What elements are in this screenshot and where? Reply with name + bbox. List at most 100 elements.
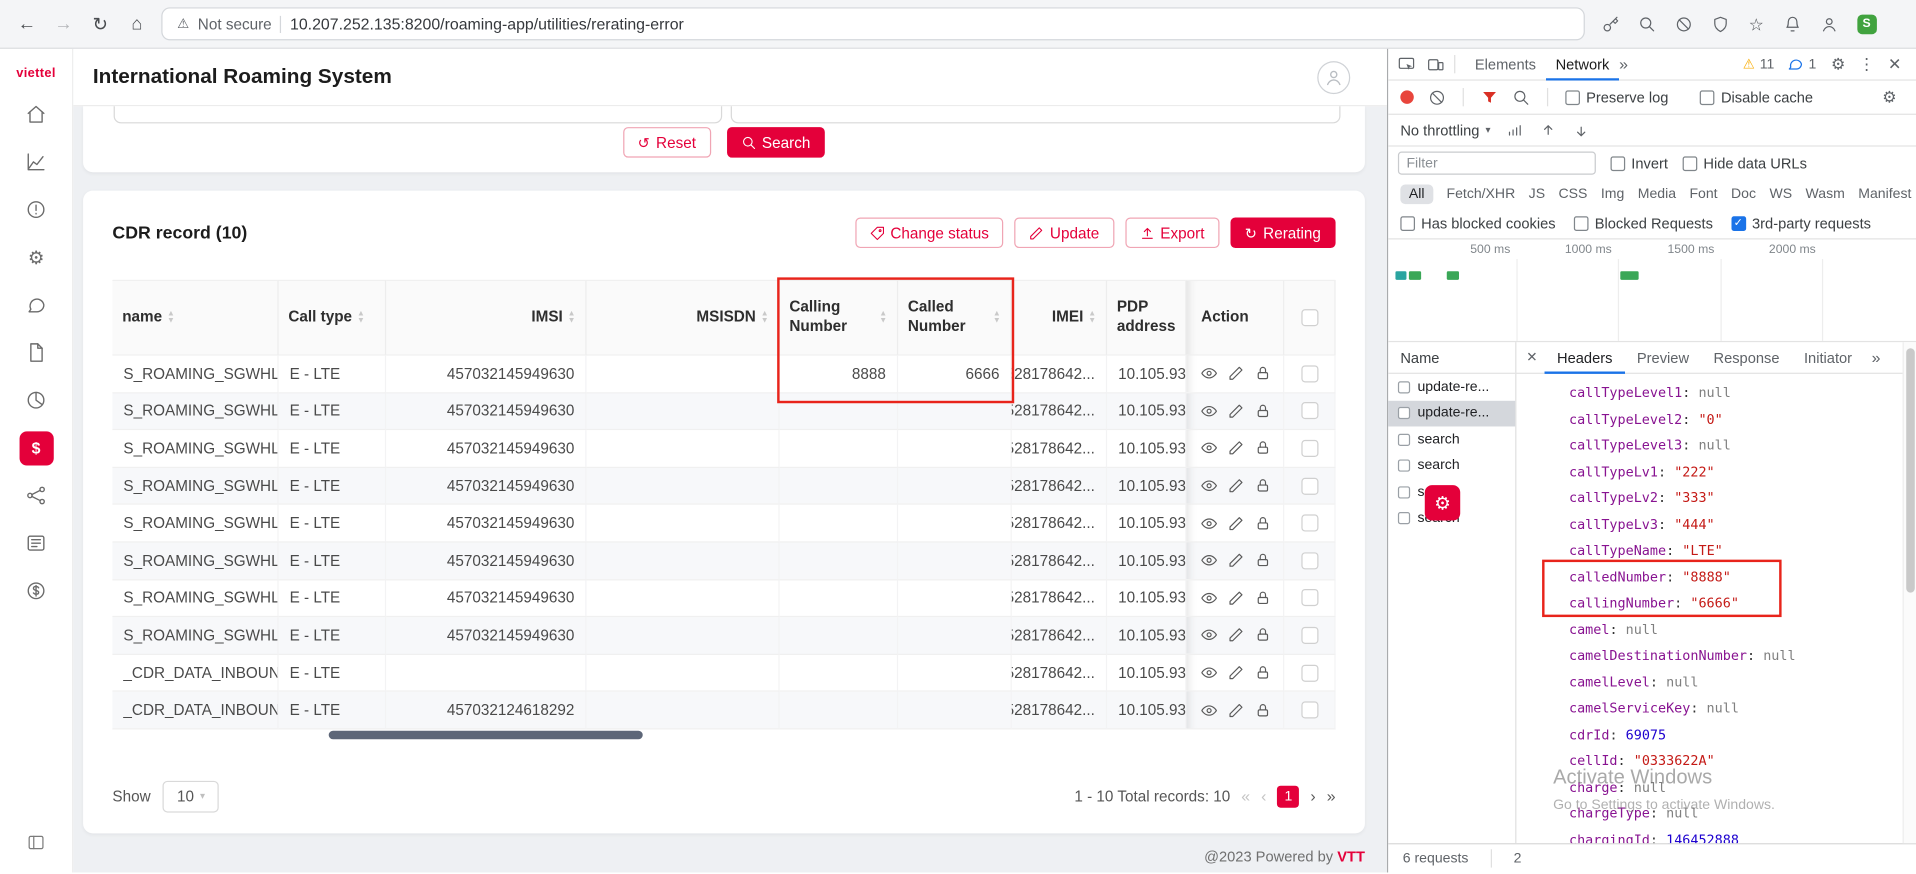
search-input-partial[interactable] xyxy=(114,106,723,123)
sort-icon[interactable]: ▲▼ xyxy=(879,310,887,326)
request-list-header[interactable]: Name xyxy=(1388,342,1515,374)
sidebar-item-settings[interactable]: ⚙ xyxy=(0,233,73,281)
resource-filter-all[interactable]: All xyxy=(1400,185,1433,205)
notifications-bell-icon[interactable] xyxy=(1783,15,1800,32)
edit-icon[interactable] xyxy=(1228,366,1244,382)
network-request-row[interactable]: update-re... xyxy=(1388,400,1515,426)
scrollbar-thumb[interactable] xyxy=(1906,348,1915,592)
network-request-row[interactable]: search xyxy=(1388,426,1515,452)
resource-filter-ws[interactable]: WS xyxy=(1769,187,1792,202)
row-checkbox[interactable] xyxy=(1301,664,1318,681)
user-avatar[interactable] xyxy=(1317,60,1350,93)
has-blocked-cookies-option[interactable]: Has blocked cookies xyxy=(1400,215,1555,232)
sidebar-item-finance[interactable] xyxy=(0,567,73,615)
sort-icon[interactable]: ▲▼ xyxy=(761,310,769,326)
tab-initiator[interactable]: Initiator xyxy=(1792,342,1865,374)
network-conditions-icon[interactable] xyxy=(1506,122,1523,139)
network-request-row[interactable]: update-re... xyxy=(1388,374,1515,400)
row-checkbox[interactable] xyxy=(1301,552,1318,569)
select-all-checkbox[interactable] xyxy=(1301,309,1318,326)
search-button[interactable]: Search xyxy=(727,127,825,158)
sidebar-item-alerts[interactable] xyxy=(0,186,73,234)
view-icon[interactable] xyxy=(1201,553,1217,569)
sidebar-item-statistics[interactable] xyxy=(0,376,73,424)
lock-icon[interactable] xyxy=(1255,366,1271,382)
bookmark-star-icon[interactable]: ☆ xyxy=(1749,15,1764,32)
forward-icon[interactable]: → xyxy=(49,9,78,38)
address-bar[interactable]: ⚠ Not secure 10.207.252.135:8200/roaming… xyxy=(161,7,1585,40)
home-icon[interactable]: ⌂ xyxy=(122,9,151,38)
sidebar-item-documents[interactable] xyxy=(0,329,73,377)
network-settings-gear-icon[interactable]: ⚙ xyxy=(1882,89,1896,105)
lock-icon[interactable] xyxy=(1255,665,1271,681)
rerating-button[interactable]: ↻Rerating xyxy=(1230,218,1335,249)
password-key-icon[interactable] xyxy=(1602,15,1619,32)
row-checkbox[interactable] xyxy=(1301,589,1318,606)
resource-filter-media[interactable]: Media xyxy=(1638,187,1676,202)
search-input-partial[interactable] xyxy=(731,106,1341,123)
resource-filter-img[interactable]: Img xyxy=(1601,187,1624,202)
checkbox[interactable] xyxy=(1611,156,1626,171)
filter-funnel-icon[interactable] xyxy=(1481,89,1498,106)
col-header-called-number[interactable]: Called Number▲▼ xyxy=(898,280,1012,356)
col-header-calling-number[interactable]: Calling Number▲▼ xyxy=(780,280,899,356)
row-checkbox[interactable] xyxy=(1301,477,1318,494)
change-status-button[interactable]: Change status xyxy=(855,218,1004,249)
col-header-name[interactable]: name▲▼ xyxy=(112,280,278,356)
row-checkbox[interactable] xyxy=(1301,627,1318,644)
checkbox[interactable] xyxy=(1565,90,1580,105)
row-checkbox[interactable] xyxy=(1301,515,1318,532)
issues-badge[interactable]: 1 xyxy=(1787,56,1817,73)
devtools-menu-icon[interactable]: ⋮ xyxy=(1859,56,1875,72)
lock-icon[interactable] xyxy=(1255,590,1271,606)
lock-icon[interactable] xyxy=(1255,627,1271,643)
row-checkbox[interactable] xyxy=(1301,402,1318,419)
record-button[interactable] xyxy=(1400,90,1413,103)
sort-icon[interactable]: ▲▼ xyxy=(357,310,365,326)
sort-icon[interactable]: ▲▼ xyxy=(568,310,576,326)
reset-button[interactable]: ↺Reset xyxy=(623,127,711,158)
tab-network[interactable]: Network xyxy=(1546,48,1619,80)
lock-icon[interactable] xyxy=(1255,702,1271,718)
page-size-select[interactable]: 10▾ xyxy=(163,781,219,813)
close-detail-icon[interactable]: ✕ xyxy=(1526,349,1537,365)
row-checkbox[interactable] xyxy=(1301,702,1318,719)
view-icon[interactable] xyxy=(1201,627,1217,643)
horizontal-scrollbar[interactable] xyxy=(112,729,1335,741)
disable-cache-option[interactable]: Disable cache xyxy=(1700,89,1813,106)
shield-icon[interactable] xyxy=(1712,15,1729,32)
lock-icon[interactable] xyxy=(1255,553,1271,569)
throttling-select[interactable]: No throttling▾ xyxy=(1400,122,1490,139)
hide-data-urls-option[interactable]: Hide data URLs xyxy=(1683,155,1807,172)
third-party-requests-option[interactable]: 3rd-party requests xyxy=(1731,215,1871,232)
sidebar-item-network[interactable] xyxy=(0,472,73,520)
checkbox[interactable] xyxy=(1400,216,1415,231)
checkbox-checked[interactable] xyxy=(1731,216,1746,231)
tab-elements[interactable]: Elements xyxy=(1465,48,1546,80)
resource-filter-font[interactable]: Font xyxy=(1689,187,1717,202)
extension-badge[interactable]: S xyxy=(1857,14,1877,34)
more-tabs-icon[interactable]: » xyxy=(1619,56,1628,72)
edit-icon[interactable] xyxy=(1228,665,1244,681)
sidebar-item-billing-active[interactable]: $ xyxy=(0,424,73,472)
network-search-icon[interactable] xyxy=(1513,89,1530,106)
tab-preview[interactable]: Preview xyxy=(1625,342,1702,374)
sort-icon[interactable]: ▲▼ xyxy=(1088,310,1096,326)
first-page-button[interactable]: « xyxy=(1241,787,1250,805)
inspect-icon[interactable] xyxy=(1398,56,1415,73)
sidebar-item-news[interactable] xyxy=(0,519,73,567)
next-page-button[interactable]: › xyxy=(1310,787,1315,805)
profile-icon[interactable] xyxy=(1820,15,1837,32)
clear-icon[interactable] xyxy=(1428,89,1445,106)
sidebar-item-reports[interactable] xyxy=(0,138,73,186)
network-request-row[interactable]: search xyxy=(1388,453,1515,479)
back-icon[interactable]: ← xyxy=(12,9,41,38)
checkbox[interactable] xyxy=(1574,216,1589,231)
sidebar-item-messages[interactable] xyxy=(0,281,73,329)
lock-icon[interactable] xyxy=(1255,440,1271,456)
resource-filter-wasm[interactable]: Wasm xyxy=(1806,187,1845,202)
more-detail-tabs-icon[interactable]: » xyxy=(1872,349,1881,365)
view-icon[interactable] xyxy=(1201,590,1217,606)
blocked-requests-option[interactable]: Blocked Requests xyxy=(1574,215,1713,232)
edit-icon[interactable] xyxy=(1228,440,1244,456)
